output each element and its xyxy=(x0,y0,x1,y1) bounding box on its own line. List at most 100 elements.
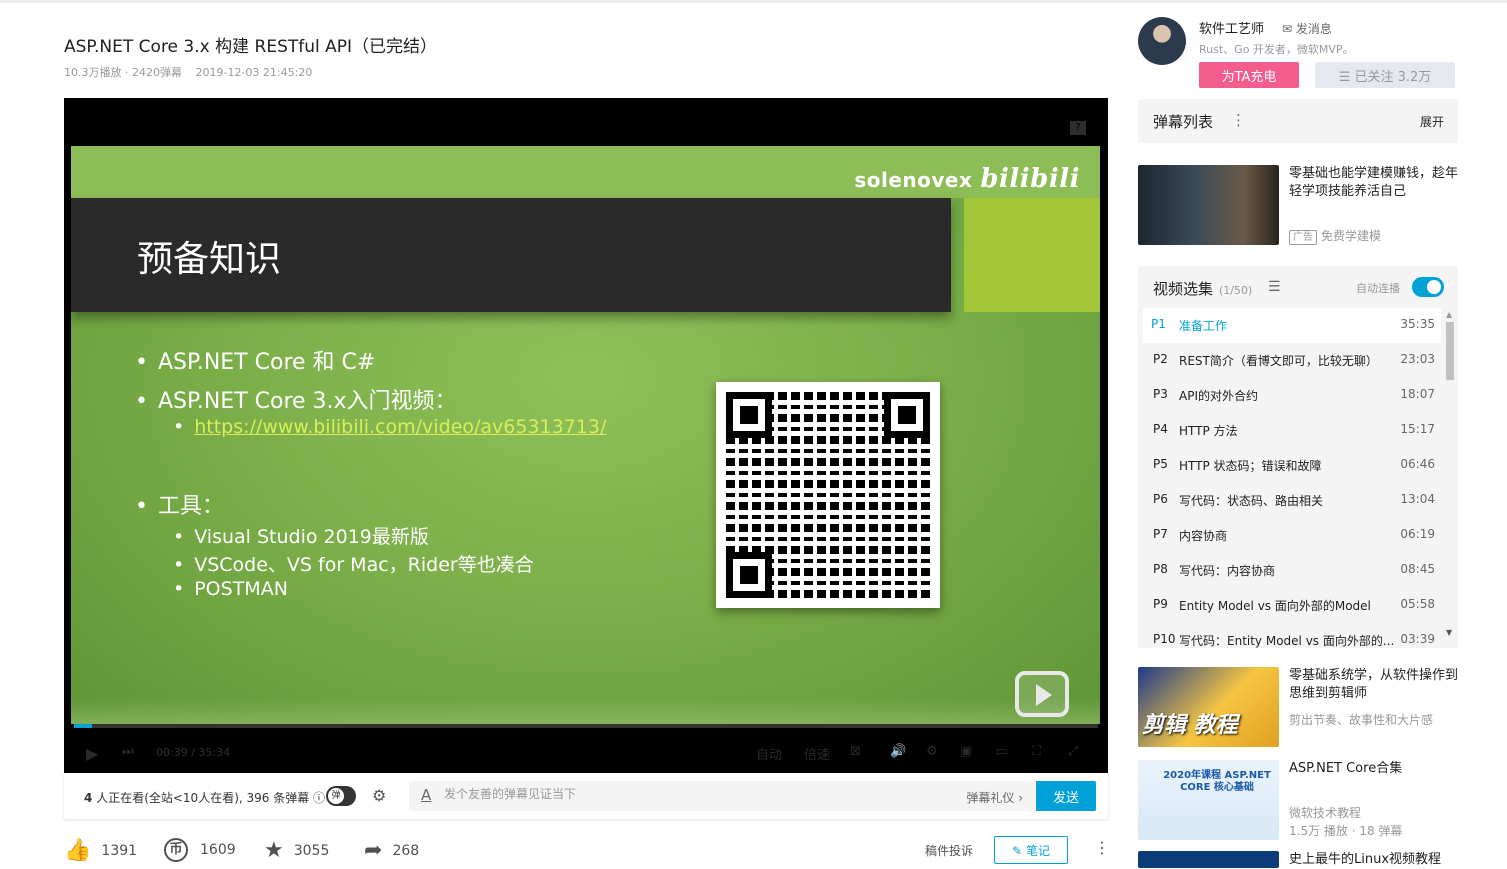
send-button[interactable]: 发送 xyxy=(1036,781,1096,811)
episode-item[interactable]: P1 准备工作 35:35 xyxy=(1143,308,1441,343)
episode-item[interactable]: P8 写代码：内容协商 08:45 xyxy=(1143,553,1441,588)
qr-code-image xyxy=(716,382,940,608)
episode-item[interactable]: P4 HTTP 方法 15:17 xyxy=(1143,413,1441,448)
avatar[interactable] xyxy=(1138,17,1186,65)
danmaku-off-icon[interactable]: ⊠ xyxy=(850,744,861,759)
recommend-card[interactable]: 2020年课程 ASP.NET CORE 核心基础 ASP.NET Core合集… xyxy=(1138,760,1458,842)
publish-date: 2019-12-03 21:45:20 xyxy=(195,66,313,79)
episode-item[interactable]: P9 Entity Model vs 面向外部的Model 05:58 xyxy=(1143,588,1441,623)
more-icon[interactable]: ⋮ xyxy=(1094,838,1110,857)
episode-item[interactable]: P5 HTTP 状态码；错误和故障 06:46 xyxy=(1143,448,1441,483)
favorite-button[interactable]: ★ 3055 xyxy=(264,838,329,863)
episode-item[interactable]: P6 写代码：状态码、路由相关 13:04 xyxy=(1143,483,1441,518)
episode-list-title: 视频选集 (1/50) xyxy=(1153,280,1253,298)
recommend-thumbnail[interactable] xyxy=(1138,851,1279,868)
pip-icon[interactable]: ▣ xyxy=(960,744,972,759)
tv-play-icon[interactable] xyxy=(1015,671,1069,717)
recommend-sub: 剪出节奏、故事性和大片感 xyxy=(1289,713,1434,727)
note-icon: ✎ xyxy=(1012,843,1023,858)
next-icon[interactable]: ⏭ xyxy=(122,744,134,759)
recommend-card[interactable]: 剪辑 教程 零基础系统学，从软件操作到思维到剪辑师 剪出节奏、故事性和大片感 xyxy=(1138,667,1458,749)
tool-1: Visual Studio 2019最新版 xyxy=(173,522,429,549)
episode-scrollbar[interactable]: ▲ ▼ xyxy=(1444,310,1454,639)
episode-list-panel: 视频选集 (1/50) ☰ 自动连播 P1 准备工作 35:35 P2 REST简介（看… xyxy=(1138,266,1458,648)
danmaku-etiquette-link[interactable]: 弹幕礼仪 › xyxy=(966,789,1023,806)
video-meta: 10.3万播放 · 2420弹幕 2019-12-03 21:45:20 xyxy=(64,64,322,80)
danmaku-list-header[interactable]: 弹幕列表 ⋮ 展开 xyxy=(1138,99,1458,143)
scrollbar-thumb[interactable] xyxy=(1446,322,1454,380)
viewer-count: 4 人正在看(全站<10人在看), 396 条弹幕 ⓘ xyxy=(84,791,326,805)
ad-title[interactable]: 零基础也能学建模赚钱，趁年轻学项技能养活自己 xyxy=(1289,165,1459,201)
autoplay-toggle[interactable] xyxy=(1412,277,1444,297)
bullet-3: 工具： xyxy=(135,488,224,520)
settings-icon[interactable]: ⚙ xyxy=(926,744,938,759)
recommend-stats: 1.5万 播放 · 18 弹幕 xyxy=(1289,824,1403,838)
bullet-1: ASP.NET Core 和 C# xyxy=(135,344,375,376)
uploader-desc: Rust、Go 开发者，微软MVP。 xyxy=(1199,43,1354,56)
uploader-name[interactable]: 软件工艺师 xyxy=(1199,18,1264,37)
video-player[interactable]: ? solenovexbilibili 预备知识 ASP.NET Core 和 … xyxy=(64,98,1108,773)
episode-item[interactable]: P3 API的对外合约 18:07 xyxy=(1143,378,1441,413)
list-view-icon[interactable]: ☰ xyxy=(1268,279,1281,295)
scroll-down-icon[interactable]: ▼ xyxy=(1446,628,1452,637)
ad-tag: 广告 xyxy=(1289,230,1317,245)
video-actions: 👍 1391 币 1609 ★ 3055 ➦ 268 稿件投诉 ✎ 笔记 ⋮ xyxy=(64,830,1110,868)
note-button[interactable]: ✎ 笔记 xyxy=(994,836,1068,864)
share-button[interactable]: ➦ 268 xyxy=(364,838,419,863)
time-display: 00:39 / 35:34 xyxy=(156,746,231,759)
share-arrow-icon: ➦ xyxy=(364,838,383,863)
ad-source: 广告 免费学建模 xyxy=(1289,227,1381,245)
tool-2: VSCode、VS for Mac，Rider等也凑合 xyxy=(173,550,534,577)
danmaku-toggle[interactable] xyxy=(326,786,356,806)
danmaku-settings-icon[interactable]: ⚙ xyxy=(372,786,386,805)
thumbs-up-icon: 👍 xyxy=(64,838,92,863)
bullet-2: ASP.NET Core 3.x入门视频： xyxy=(135,383,457,415)
play-stats: 10.3万播放 · 2420弹幕 xyxy=(64,66,182,79)
episode-item[interactable]: P10 写代码：Entity Model vs 面向外部的... 03:39 xyxy=(1143,623,1441,648)
recommend-card[interactable]: 史上最牛的Linux视频教程 xyxy=(1138,851,1458,868)
scroll-up-icon[interactable]: ▲ xyxy=(1446,310,1452,319)
recommend-uploader: 微软技术教程 xyxy=(1289,806,1362,820)
like-button[interactable]: 👍 1391 xyxy=(64,838,137,863)
speed-button[interactable]: 倍速 xyxy=(804,744,830,763)
recommend-title[interactable]: 零基础系统学，从软件操作到思维到剪辑师 xyxy=(1289,667,1459,703)
expand-button[interactable]: 展开 xyxy=(1420,113,1444,130)
episode-items: P1 准备工作 35:35 P2 REST简介（看博文即可，比较无聊） 23:03 P3… xyxy=(1143,308,1441,648)
quality-button[interactable]: 自动 xyxy=(756,744,782,763)
bullet-2-link: https://www.bilibili.com/video/av6531371… xyxy=(173,416,606,438)
webfullscreen-icon[interactable]: ⛶ xyxy=(1032,744,1041,759)
more-options-icon[interactable]: ⋮ xyxy=(1231,111,1246,129)
coin-button[interactable]: 币 1609 xyxy=(164,838,236,862)
font-style-icon[interactable]: A xyxy=(421,786,431,804)
recommend-thumbnail[interactable]: 2020年课程 ASP.NET CORE 核心基础 xyxy=(1138,760,1279,840)
danmaku-input-wrap: A 弹幕礼仪 › xyxy=(409,781,1035,811)
star-icon: ★ xyxy=(264,838,284,863)
video-title: ASP.NET Core 3.x 构建 RESTful API（已完结） xyxy=(64,37,438,57)
episode-item[interactable]: P7 内容协商 06:19 xyxy=(1143,518,1441,553)
recommend-title[interactable]: ASP.NET Core合集 xyxy=(1289,760,1459,778)
followed-button[interactable]: ☰ 已关注 3.2万 xyxy=(1315,62,1455,88)
fullscreen-icon[interactable]: ⤢ xyxy=(1068,744,1078,759)
danmaku-list-title: 弹幕列表 xyxy=(1153,113,1214,131)
volume-icon[interactable]: 🔊 xyxy=(890,744,906,759)
recommend-title[interactable]: 史上最牛的Linux视频教程 xyxy=(1289,851,1459,869)
charge-button[interactable]: 为TA充电 xyxy=(1199,62,1299,88)
slide-title: 预备知识 xyxy=(137,239,282,280)
mail-icon: ✉ xyxy=(1282,22,1293,36)
video-frame[interactable]: solenovexbilibili 预备知识 ASP.NET Core 和 C#… xyxy=(71,146,1100,724)
danmaku-input[interactable] xyxy=(444,787,844,801)
send-message-link[interactable]: ✉ 发消息 xyxy=(1282,20,1332,37)
report-link[interactable]: 稿件投诉 xyxy=(925,842,973,859)
autoplay-label: 自动连播 xyxy=(1356,282,1400,295)
recommend-thumbnail[interactable]: 剪辑 教程 xyxy=(1138,667,1279,747)
progress-bar[interactable] xyxy=(74,724,1098,728)
ad-thumbnail[interactable] xyxy=(1138,165,1279,245)
play-icon[interactable]: ▶ xyxy=(86,744,98,763)
ad-card[interactable]: 零基础也能学建模赚钱，趁年轻学项技能养活自己 广告 免费学建模 xyxy=(1138,165,1458,247)
widescreen-icon[interactable]: ▭ xyxy=(996,744,1008,759)
help-icon[interactable]: ? xyxy=(1070,121,1086,135)
slide-accent-block xyxy=(964,198,1100,312)
watermark: solenovex bilibili xyxy=(854,164,1080,194)
danmaku-send-bar: 4 人正在看(全站<10人在看), 396 条弹幕 ⓘ ⚙ A 弹幕礼仪 › 发… xyxy=(64,773,1108,819)
episode-item[interactable]: P2 REST简介（看博文即可，比较无聊） 23:03 xyxy=(1143,343,1441,378)
